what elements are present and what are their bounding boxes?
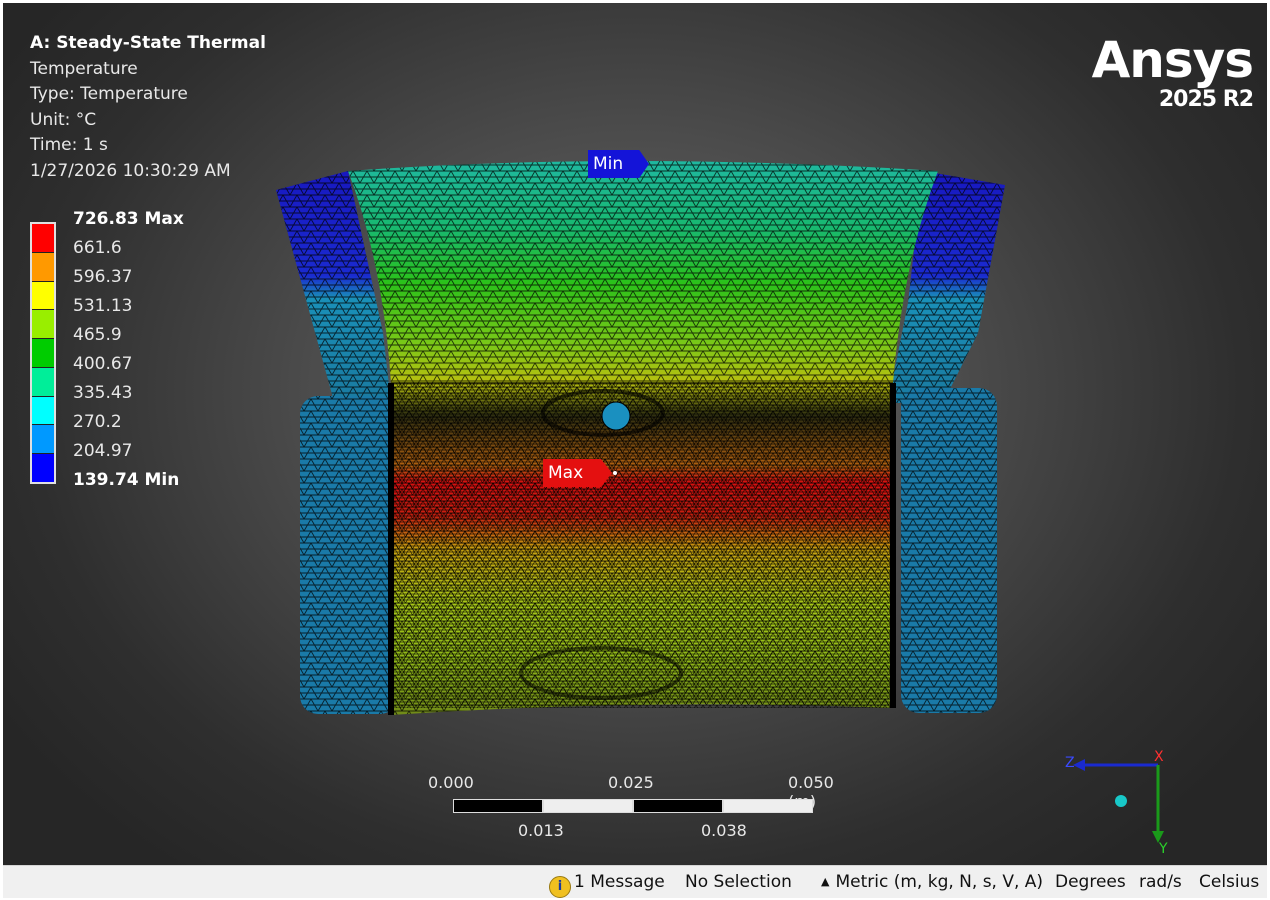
status-bar: i1 Message No Selection ▲ Metric (m, kg, … <box>3 865 1267 898</box>
triad-z-label: Z <box>1065 755 1075 771</box>
messages-status[interactable]: i1 Message <box>549 872 665 898</box>
scale-segment <box>543 799 633 813</box>
message-icon: i <box>549 876 571 898</box>
scale-segment <box>723 799 813 813</box>
triad-x-label: X <box>1154 749 1164 765</box>
scale-label: 0.000 <box>428 773 474 792</box>
scale-label: 0.025 <box>608 773 654 792</box>
coordinate-triad[interactable]: Z X Y <box>1063 743 1173 858</box>
graphics-viewport[interactable]: A: Steady-State Thermal Temperature Type… <box>3 3 1267 865</box>
selection-status: No Selection <box>685 872 792 892</box>
rotational-velocity-unit[interactable]: rad/s <box>1139 872 1182 892</box>
model-render[interactable] <box>3 3 1267 865</box>
triad-y-label: Y <box>1158 841 1168 857</box>
messages-count: 1 Message <box>574 872 665 892</box>
scale-segment <box>453 799 543 813</box>
min-probe-label[interactable]: Min <box>588 150 649 178</box>
temperature-unit[interactable]: Celsius <box>1199 872 1259 892</box>
scale-segment <box>633 799 723 813</box>
scale-label: 0.038 <box>701 821 747 840</box>
angle-unit[interactable]: Degrees <box>1055 872 1126 892</box>
unit-system-label: Metric (m, kg, N, s, V, A) <box>835 872 1044 892</box>
unit-system-selector[interactable]: ▲ Metric (m, kg, N, s, V, A) <box>821 872 1043 892</box>
scale-ruler: 0.000 0.025 0.050 (m) 0.013 0.038 <box>428 773 834 853</box>
scale-label: 0.013 <box>518 821 564 840</box>
max-probe-label[interactable]: Max <box>543 459 612 487</box>
caret-up-icon: ▲ <box>821 875 830 888</box>
